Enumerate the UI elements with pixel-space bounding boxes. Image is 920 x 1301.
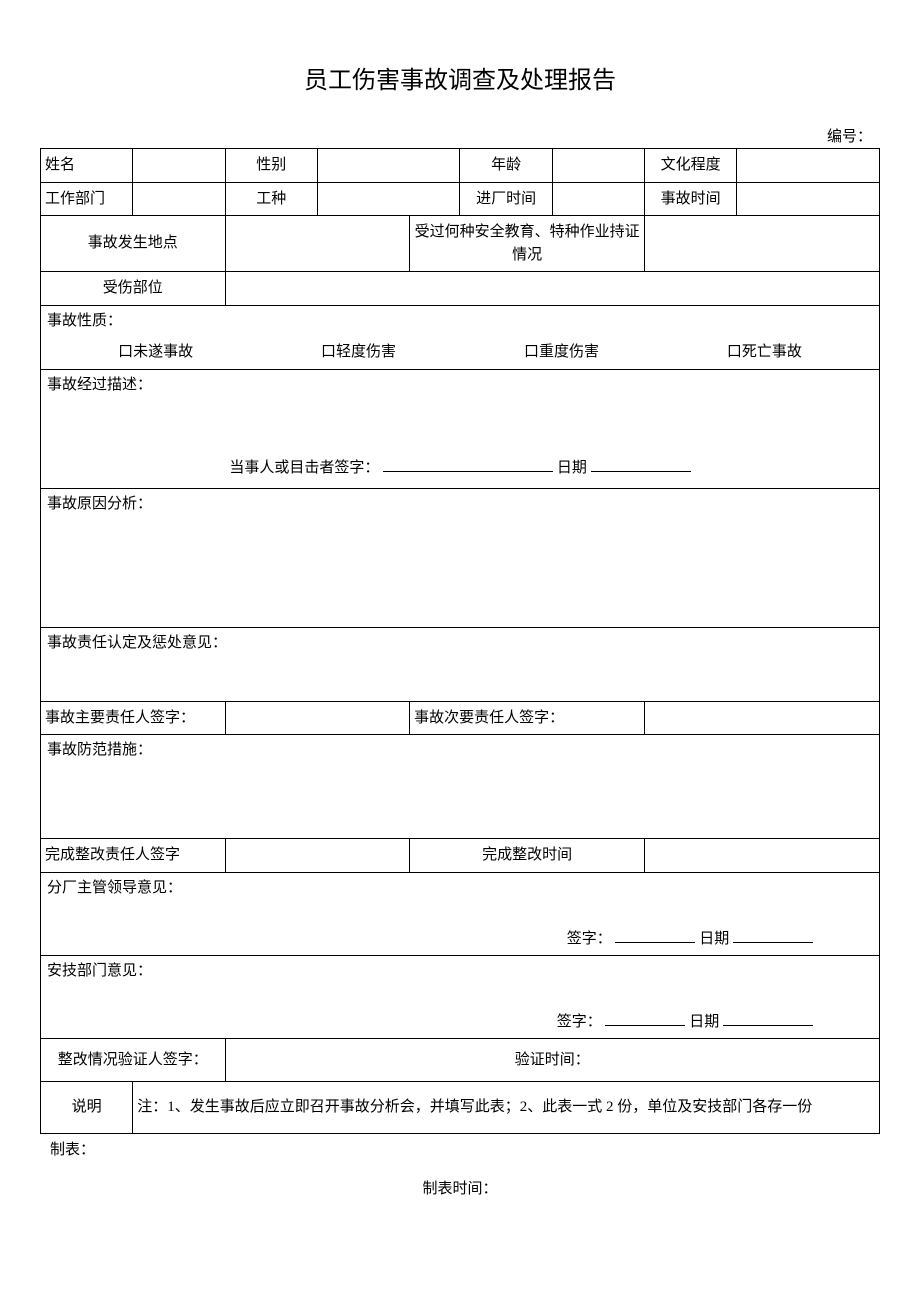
row-responsible-sign: 事故主要责任人签字： 事故次要责任人签字： <box>41 701 880 735</box>
training-label: 受过何种安全教育、特种作业持证情况 <box>410 216 645 272</box>
safety-opinion-cell[interactable]: 安技部门意见： 签字： 日期 <box>41 955 880 1038</box>
safety-sign-label: 签字： <box>557 1014 602 1030</box>
row-nature-options: 口未遂事故 口轻度伤害 口重度伤害 口死亡事故 <box>41 336 880 369</box>
acctime-label: 事故时间 <box>645 182 737 216</box>
dept-value[interactable] <box>133 182 225 216</box>
safety-opinion-label: 安技部门意见： <box>47 960 873 983</box>
dept-label: 工作部门 <box>41 182 133 216</box>
main-form-table: 姓名 性别 年龄 文化程度 工作部门 工种 进厂时间 事故时间 事故发生地点 受… <box>40 148 880 1134</box>
prevention-label: 事故防范措施： <box>47 739 873 762</box>
rectify-time-value[interactable] <box>645 839 880 873</box>
injury-part-value[interactable] <box>225 272 879 306</box>
notes-label: 说明 <box>41 1082 133 1134</box>
age-label: 年龄 <box>460 149 552 183</box>
safety-sign-blank[interactable] <box>605 1010 685 1026</box>
row-basic-2: 工作部门 工种 进厂时间 事故时间 <box>41 182 880 216</box>
injury-part-label: 受伤部位 <box>41 272 226 306</box>
page-title: 员工伤害事故调查及处理报告 <box>40 60 880 95</box>
row-location-training: 事故发生地点 受过何种安全教育、特种作业持证情况 <box>41 216 880 272</box>
footer-maketime: 制表时间： <box>40 1177 880 1198</box>
description-cell[interactable]: 事故经过描述： 当事人或目击者签字： 日期 <box>41 369 880 488</box>
description-label: 事故经过描述： <box>47 374 873 397</box>
prevention-cell[interactable]: 事故防范措施： <box>41 735 880 839</box>
branch-date-label: 日期 <box>699 931 729 947</box>
row-cause: 事故原因分析： <box>41 488 880 627</box>
witness-date-blank[interactable] <box>591 456 691 472</box>
verify-time-cell[interactable]: 验证时间： <box>225 1038 879 1082</box>
gender-label: 性别 <box>225 149 317 183</box>
nature-options-cell: 口未遂事故 口轻度伤害 口重度伤害 口死亡事故 <box>41 336 880 369</box>
location-label: 事故发生地点 <box>41 216 226 272</box>
sec-resp-sign-value[interactable] <box>645 701 880 735</box>
row-verify: 整改情况验证人签字： 验证时间： <box>41 1038 880 1082</box>
rectify-person-label: 完成整改责任人签字 <box>41 839 226 873</box>
row-basic-1: 姓名 性别 年龄 文化程度 <box>41 149 880 183</box>
main-resp-sign-value[interactable] <box>225 701 410 735</box>
cause-label: 事故原因分析： <box>47 493 873 516</box>
nature-opt-near-miss[interactable]: 口未遂事故 <box>56 341 255 364</box>
verify-person-label: 整改情况验证人签字： <box>41 1038 226 1082</box>
entrytime-label: 进厂时间 <box>460 182 552 216</box>
sec-resp-sign-label: 事故次要责任人签字： <box>410 701 645 735</box>
branch-sign-line: 签字： 日期 <box>47 927 873 951</box>
row-notes: 说明 注：1、发生事故后应立即召开事故分析会，并填写此表；2、此表一式 2 份，… <box>41 1082 880 1134</box>
branch-sign-label: 签字： <box>567 931 612 947</box>
row-injury-part: 受伤部位 <box>41 272 880 306</box>
worktype-value[interactable] <box>317 182 460 216</box>
witness-sign-blank[interactable] <box>383 456 553 472</box>
age-value[interactable] <box>552 149 644 183</box>
row-nature: 事故性质： <box>41 305 880 336</box>
acctime-value[interactable] <box>737 182 880 216</box>
row-safety-opinion: 安技部门意见： 签字： 日期 <box>41 955 880 1038</box>
responsibility-label: 事故责任认定及惩处意见： <box>47 632 873 655</box>
rectify-time-label: 完成整改时间 <box>410 839 645 873</box>
nature-opt-minor[interactable]: 口轻度伤害 <box>259 341 458 364</box>
branch-date-blank[interactable] <box>733 927 813 943</box>
edu-label: 文化程度 <box>645 149 737 183</box>
branch-opinion-label: 分厂主管领导意见： <box>47 877 873 900</box>
notes-text: 注：1、发生事故后应立即召开事故分析会，并填写此表；2、此表一式 2 份，单位及… <box>133 1082 880 1134</box>
row-prevention: 事故防范措施： <box>41 735 880 839</box>
cause-cell[interactable]: 事故原因分析： <box>41 488 880 627</box>
serial-number-label: 编号： <box>40 125 880 146</box>
witness-sign-line: 当事人或目击者签字： 日期 <box>47 456 873 480</box>
main-resp-sign-label: 事故主要责任人签字： <box>41 701 226 735</box>
gender-value[interactable] <box>317 149 460 183</box>
location-value[interactable] <box>225 216 410 272</box>
entrytime-value[interactable] <box>552 182 644 216</box>
nature-opt-severe[interactable]: 口重度伤害 <box>462 341 661 364</box>
row-branch-opinion: 分厂主管领导意见： 签字： 日期 <box>41 872 880 955</box>
safety-date-blank[interactable] <box>723 1010 813 1026</box>
witness-sign-prefix: 当事人或目击者签字： <box>229 460 379 476</box>
nature-label: 事故性质： <box>47 310 873 333</box>
verify-time-label: 验证时间： <box>515 1052 590 1068</box>
nature-cell: 事故性质： <box>41 305 880 336</box>
name-value[interactable] <box>133 149 225 183</box>
name-label: 姓名 <box>41 149 133 183</box>
branch-opinion-cell[interactable]: 分厂主管领导意见： 签字： 日期 <box>41 872 880 955</box>
responsibility-cell[interactable]: 事故责任认定及惩处意见： <box>41 627 880 701</box>
safety-date-label: 日期 <box>689 1014 719 1030</box>
safety-sign-line: 签字： 日期 <box>47 1010 873 1034</box>
training-value[interactable] <box>645 216 880 272</box>
rectify-person-value[interactable] <box>225 839 410 873</box>
row-description: 事故经过描述： 当事人或目击者签字： 日期 <box>41 369 880 488</box>
witness-date-label: 日期 <box>557 460 587 476</box>
branch-sign-blank[interactable] <box>615 927 695 943</box>
row-responsibility: 事故责任认定及惩处意见： <box>41 627 880 701</box>
nature-opt-death[interactable]: 口死亡事故 <box>665 341 864 364</box>
row-rectify: 完成整改责任人签字 完成整改时间 <box>41 839 880 873</box>
edu-value[interactable] <box>737 149 880 183</box>
worktype-label: 工种 <box>225 182 317 216</box>
footer-maker: 制表： <box>40 1138 880 1159</box>
